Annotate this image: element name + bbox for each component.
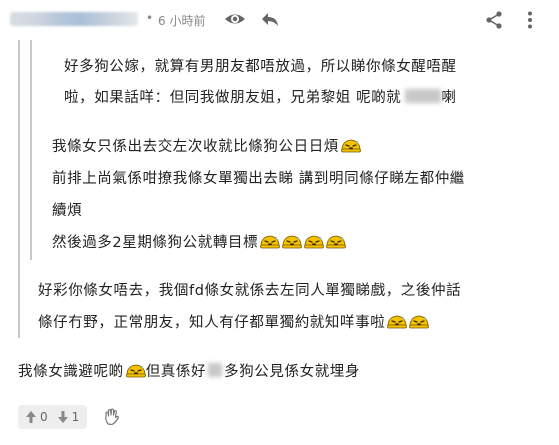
sweat-emoji-icon [126,362,146,378]
quote2-line3: 續煩 [52,203,83,219]
sweat-emoji-icon [326,233,346,249]
waving-hand-icon[interactable] [103,408,121,426]
downvote-count: 1 [71,410,80,424]
arrow-up-icon [26,411,36,423]
timestamp: 6 小時前 [158,14,206,28]
more-vertical-icon[interactable] [521,10,539,30]
quote2-line2: 前排上尚氣係咁撩我條女單獨出去睇 講到明同條仔睇左都仲繼 [52,171,465,187]
quote1-line2-text: 條仔冇野，正常朋友，知人有仔都單獨約就知咩事啦 [38,315,386,331]
vote-bar: 0 1 [18,405,88,429]
username-redacted[interactable] [10,12,138,26]
reply-text-part1: 我條女識避呢啲 [18,364,124,380]
sweat-emoji-icon [304,233,324,249]
quote3-line1: 好多狗公嫁，就算有男朋友都唔放過，所以睇你條女醒唔醒 [64,59,457,75]
sweat-emoji-icon [341,137,361,153]
reply-text: 我條女識避呢啲 但真係好 多狗公見係女就埋身 [18,360,360,381]
downvote-button[interactable]: 1 [57,410,80,424]
reply-text-part2: 但真係好 [145,364,207,380]
quote3-line2-end: 喇 [441,90,457,106]
eye-icon[interactable] [224,10,246,28]
sweat-emoji-icon [409,313,429,329]
share-icon[interactable] [485,10,503,30]
arrow-down-icon [57,411,68,423]
quote2-line1: 我條女只係出去交左次收就比條狗公日日煩 [52,135,361,156]
comment-footer: 0 1 [18,404,121,430]
comment-header: • 6 小時前 [0,0,559,42]
quote3-line2-text: 啦，如果話咩：但同我做朋友姐，兄弟黎姐 呢啲就 [64,90,402,106]
quote-level-3 [30,40,530,120]
sweat-emoji-icon [282,233,302,249]
upvote-count: 0 [40,410,48,424]
upvote-button[interactable]: 0 [26,410,48,424]
redacted-text [405,89,442,103]
redacted-text [208,363,223,377]
quote2-line4-text: 然後過多2星期條狗公就轉目標 [52,235,259,251]
quote2-line4: 然後過多2星期條狗公就轉目標 [52,231,346,252]
sweat-emoji-icon [387,313,407,329]
reply-icon[interactable] [260,10,280,28]
reply-text-part3: 多狗公見係女就埋身 [224,364,361,380]
sweat-emoji-icon [260,233,280,249]
quote2-line1-text: 我條女只係出去交左次收就比條狗公日日煩 [52,139,339,155]
meta-separator: • [146,11,154,25]
quote3-line2: 啦，如果話咩：但同我做朋友姐，兄弟黎姐 呢啲就 喇 [64,86,457,107]
quote1-line1: 好彩你條女唔去，我個fd條女就係去左同人單獨睇戲，之後仲話 [38,283,462,299]
quote1-line2: 條仔冇野，正常朋友，知人有仔都單獨約就知咩事啦 [38,311,429,332]
